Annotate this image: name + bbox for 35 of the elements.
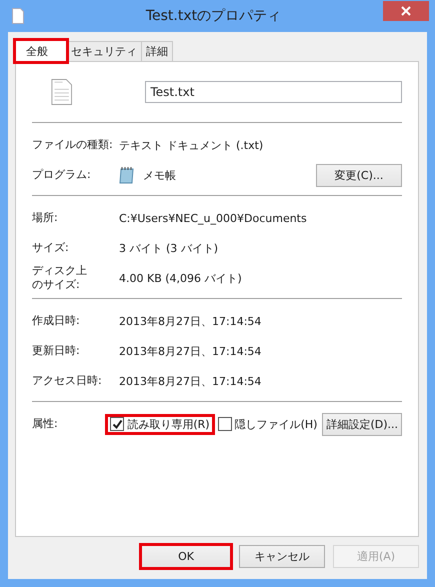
field-label: ファイルの種類: (32, 138, 114, 152)
window-title: Test.txtのプロパティ (144, 7, 282, 25)
field-label: アクセス日時: (32, 374, 103, 388)
field-value: テキスト ドキュメント (.txt) (119, 138, 264, 152)
checkbox[interactable]: 読み取り専用(R) (107, 416, 213, 432)
close-button[interactable] (383, 1, 429, 21)
field-value: 4.00 KB (4,096 バイト) (119, 270, 242, 286)
document-icon (12, 8, 24, 24)
dialog-button[interactable]: キャンセル (239, 545, 325, 568)
field-value: C:¥Users¥NEC_u_000¥Documents (119, 212, 307, 224)
checkbox[interactable]: 隠しファイル(H) (214, 416, 320, 432)
file-name-field[interactable]: Test.txt (145, 81, 402, 103)
field-label: ディスク上 (32, 264, 87, 278)
tab[interactable]: セキュリティ (66, 41, 142, 61)
tab[interactable]: 詳細 (141, 41, 173, 61)
document-icon (51, 77, 72, 107)
notepad-icon (119, 166, 135, 184)
dialog-button[interactable]: OK (141, 545, 231, 568)
checkmark-icon (112, 418, 123, 430)
field-value: 2013年8月27日、17:14:54 (119, 344, 262, 358)
field-label: 作成日時: (32, 314, 81, 328)
field-label: 場所: (32, 210, 59, 226)
close-icon (401, 6, 411, 16)
field-label: 更新日時: (32, 344, 81, 358)
change-button[interactable]: 変更(C)... (316, 164, 402, 186)
field-label: のサイズ: (32, 278, 80, 292)
field-value: 2013年8月27日、17:14:54 (119, 314, 262, 328)
field-value: 2013年8月27日、17:14:54 (119, 374, 262, 388)
advanced-button[interactable]: 詳細設定(D)... (322, 412, 402, 436)
tab[interactable]: 全般 (15, 40, 67, 62)
field-label: 属性: (32, 416, 59, 432)
field-label: プログラム: (32, 168, 92, 182)
field-value: 3 バイト (3 バイト) (119, 240, 218, 256)
field-label: サイズ: (32, 240, 70, 256)
field-value: メモ帳 (143, 168, 176, 182)
